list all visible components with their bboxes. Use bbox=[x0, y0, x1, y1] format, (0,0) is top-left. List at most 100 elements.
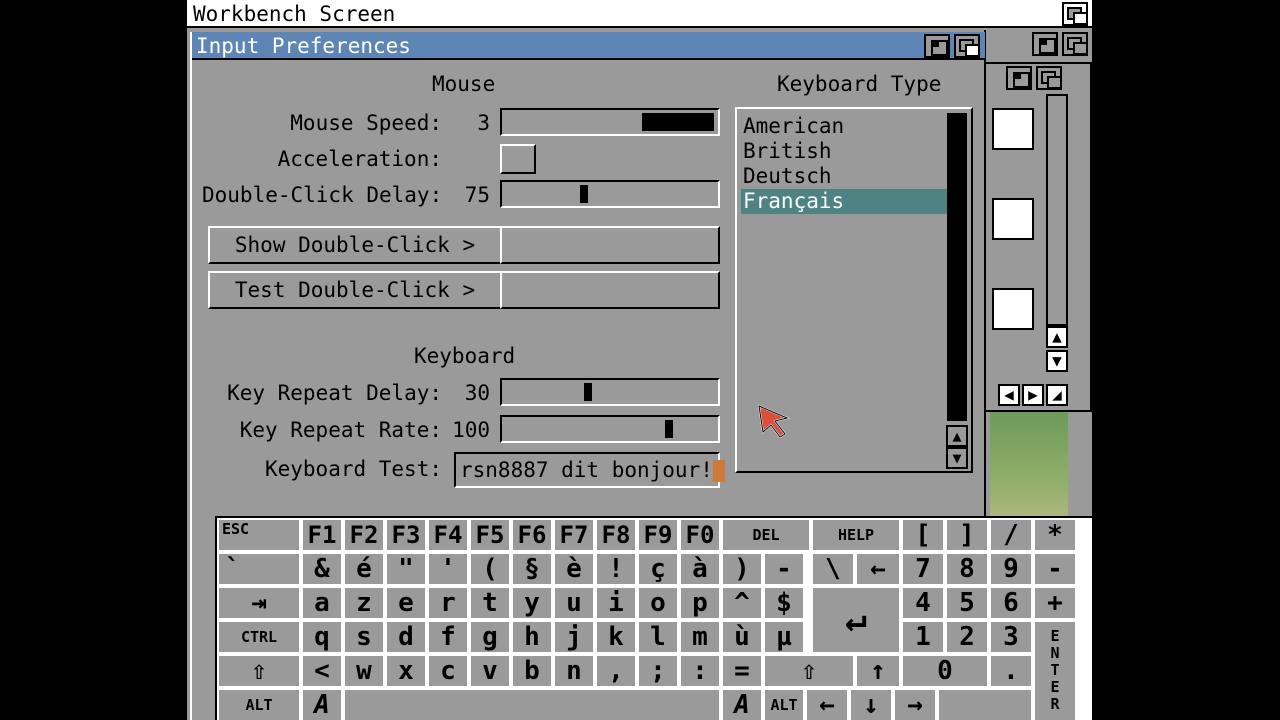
key-minus[interactable]: ) bbox=[723, 554, 761, 584]
drawer-icon-3[interactable] bbox=[992, 288, 1034, 330]
key-4[interactable]: ' bbox=[429, 554, 467, 584]
key-arrow-down[interactable]: ↓ bbox=[851, 690, 891, 720]
key-repeat-delay-slider[interactable] bbox=[500, 378, 720, 406]
key-t[interactable]: t bbox=[471, 588, 509, 618]
key-return[interactable]: ↵ bbox=[813, 588, 899, 652]
key-numpad-8[interactable]: 8 bbox=[947, 554, 987, 584]
key-b[interactable]: b bbox=[513, 656, 551, 686]
key-dollar[interactable]: $ bbox=[765, 588, 803, 618]
drawer-icon-1[interactable] bbox=[992, 108, 1034, 150]
key-x[interactable]: x bbox=[387, 656, 425, 686]
key-less-than[interactable]: < bbox=[303, 656, 341, 686]
key-w[interactable]: w bbox=[345, 656, 383, 686]
drawer-zoom-gadget[interactable] bbox=[1006, 66, 1032, 90]
key-colon[interactable]: : bbox=[681, 656, 719, 686]
drawer-scroll-down-icon[interactable]: ▼ bbox=[1046, 350, 1068, 372]
key-del[interactable]: DEL bbox=[723, 520, 809, 550]
window-zoom-gadget[interactable] bbox=[924, 34, 950, 58]
key-repeat-rate-slider[interactable] bbox=[500, 415, 720, 443]
bg-zoom-gadget[interactable] bbox=[1032, 32, 1058, 56]
key-arrow-up[interactable]: ↑ bbox=[857, 656, 899, 686]
key-p[interactable]: p bbox=[681, 588, 719, 618]
double-click-delay-knob[interactable] bbox=[580, 185, 588, 203]
key-f2[interactable]: F2 bbox=[345, 520, 383, 550]
key-f7[interactable]: F7 bbox=[555, 520, 593, 550]
key-h[interactable]: h bbox=[513, 622, 551, 652]
key-left-alt[interactable]: ALT bbox=[219, 690, 299, 720]
mouse-speed-slider[interactable] bbox=[500, 108, 720, 136]
key-f8[interactable]: F8 bbox=[597, 520, 635, 550]
key-numpad-plus[interactable]: + bbox=[1035, 588, 1075, 618]
key-caret[interactable]: ^ bbox=[723, 588, 761, 618]
key-numpad-2[interactable]: 2 bbox=[947, 622, 987, 652]
key-f6[interactable]: F6 bbox=[513, 520, 551, 550]
key-left-shift[interactable]: ⇧ bbox=[219, 656, 299, 686]
key-equals[interactable]: - bbox=[765, 554, 803, 584]
key-f9[interactable]: F9 bbox=[639, 520, 677, 550]
key-5[interactable]: ( bbox=[471, 554, 509, 584]
key-numpad-5[interactable]: 5 bbox=[947, 588, 987, 618]
key-f4[interactable]: F4 bbox=[429, 520, 467, 550]
keyboard-test-input[interactable]: rsn8887 dit bonjour! bbox=[454, 452, 725, 488]
key-mu[interactable]: µ bbox=[765, 622, 803, 652]
key-c[interactable]: c bbox=[429, 656, 467, 686]
key-comma[interactable]: , bbox=[597, 656, 635, 686]
key-numpad-period[interactable]: . bbox=[991, 656, 1031, 686]
key-numpad-divide[interactable]: / bbox=[991, 520, 1031, 550]
key-l[interactable]: l bbox=[639, 622, 677, 652]
key-equal-sign[interactable]: = bbox=[723, 656, 761, 686]
key-s[interactable]: s bbox=[345, 622, 383, 652]
key-right-amiga[interactable]: A bbox=[723, 690, 761, 720]
key-backtick[interactable]: ` bbox=[219, 554, 299, 584]
key-numpad-6[interactable]: 6 bbox=[991, 588, 1031, 618]
keyboard-type-item[interactable]: Deutsch bbox=[741, 164, 947, 189]
key-k[interactable]: k bbox=[597, 622, 635, 652]
key-numpad-9[interactable]: 9 bbox=[991, 554, 1031, 584]
key-n[interactable]: n bbox=[555, 656, 593, 686]
key-left-amiga[interactable]: A bbox=[303, 690, 341, 720]
key-numpad-minus[interactable]: - bbox=[1035, 554, 1075, 584]
key-f10[interactable]: F0 bbox=[681, 520, 719, 550]
key-m[interactable]: m bbox=[681, 622, 719, 652]
key-right-shift[interactable]: ⇧ bbox=[765, 656, 853, 686]
key-v[interactable]: v bbox=[471, 656, 509, 686]
key-tab[interactable]: ⇥ bbox=[219, 588, 299, 618]
key-j[interactable]: j bbox=[555, 622, 593, 652]
acceleration-checkbox[interactable] bbox=[500, 144, 536, 174]
drawer-icon-2[interactable] bbox=[992, 198, 1034, 240]
test-double-click-button[interactable]: Test Double-Click > bbox=[208, 271, 502, 309]
drawer-resize-icon[interactable]: ◢ bbox=[1046, 384, 1068, 406]
key-numpad-7[interactable]: 7 bbox=[903, 554, 943, 584]
key-2[interactable]: é bbox=[345, 554, 383, 584]
key-y[interactable]: y bbox=[513, 588, 551, 618]
window-titlebar[interactable]: Input Preferences bbox=[192, 32, 985, 60]
key-arrow-left[interactable]: ← bbox=[807, 690, 847, 720]
key-numpad-1[interactable]: 1 bbox=[903, 622, 943, 652]
key-g[interactable]: g bbox=[471, 622, 509, 652]
key-f1[interactable]: F1 bbox=[303, 520, 341, 550]
key-f3[interactable]: F3 bbox=[387, 520, 425, 550]
drawer-scroll-left-icon[interactable]: ◀ bbox=[998, 384, 1020, 406]
key-esc[interactable]: ESC bbox=[219, 520, 299, 550]
key-3[interactable]: " bbox=[387, 554, 425, 584]
drawer-scroll-up-icon[interactable]: ▲ bbox=[1046, 326, 1068, 348]
key-numpad-multiply[interactable]: * bbox=[1035, 520, 1075, 550]
key-z[interactable]: z bbox=[345, 588, 383, 618]
key-f[interactable]: f bbox=[429, 622, 467, 652]
show-double-click-button[interactable]: Show Double-Click > bbox=[208, 226, 502, 264]
key-o[interactable]: o bbox=[639, 588, 677, 618]
key-1[interactable]: & bbox=[303, 554, 341, 584]
drawer-scrollbar[interactable] bbox=[1046, 94, 1068, 326]
screen-depth-gadget[interactable] bbox=[1062, 2, 1088, 26]
key-6[interactable]: § bbox=[513, 554, 551, 584]
keyboard-type-scrollbar[interactable] bbox=[947, 113, 967, 421]
key-9[interactable]: ç bbox=[639, 554, 677, 584]
window-depth-gadget[interactable] bbox=[954, 34, 980, 58]
key-ctrl[interactable]: CTRL bbox=[219, 622, 299, 652]
key-numpad-4[interactable]: 4 bbox=[903, 588, 943, 618]
key-e[interactable]: e bbox=[387, 588, 425, 618]
mouse-speed-knob[interactable] bbox=[642, 113, 714, 131]
keyboard-type-item[interactable]: British bbox=[741, 139, 947, 164]
key-arrow-right[interactable]: → bbox=[895, 690, 935, 720]
key-repeat-delay-knob[interactable] bbox=[584, 383, 592, 401]
